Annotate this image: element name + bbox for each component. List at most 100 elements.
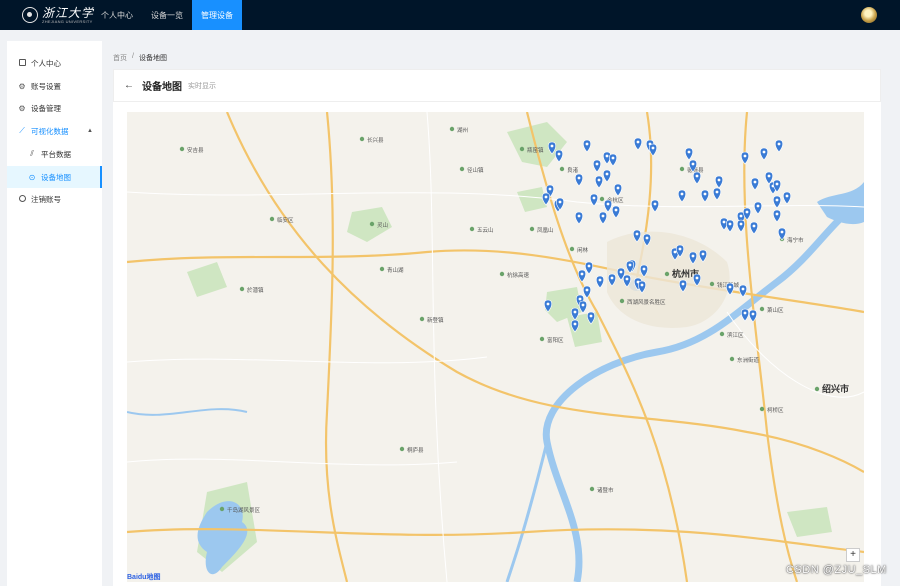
map-poi-dot: [599, 196, 605, 202]
device-marker-dot: [606, 202, 610, 206]
sidebar-item-platform-data[interactable]: ⫽ 平台数据: [7, 143, 102, 165]
map-poi-dot: [709, 281, 715, 287]
device-marker-dot: [775, 182, 779, 186]
sidebar-item-device-map[interactable]: ⊙ 设备地图: [7, 166, 102, 188]
sidebar-item-label: 账号设置: [31, 81, 61, 91]
device-marker-dot: [550, 144, 554, 148]
breadcrumb-home[interactable]: 首页: [113, 53, 127, 63]
device-marker-dot: [601, 214, 605, 218]
device-marker-dot: [557, 152, 561, 156]
device-marker-dot: [645, 236, 649, 240]
university-logo[interactable]: 浙江大学 ZHEJIANG UNIVERSITY: [22, 6, 94, 24]
map-place-label: 青山湖: [387, 266, 404, 274]
sidebar-item-personal-center[interactable]: 个人中心: [7, 52, 102, 74]
device-marker-dot: [573, 322, 577, 326]
zoom-in-button[interactable]: +: [846, 548, 860, 562]
device-marker-dot: [780, 230, 784, 234]
device-marker-dot: [651, 146, 655, 150]
device-map[interactable]: 杭州市 绍兴市 西湖风景名胜区 桐庐县 富阳区 杭徐高速 临安区 萧山区 新登镇 千岛湖风景区 余杭…: [127, 112, 864, 582]
map-poi-dot: [539, 336, 545, 342]
device-marker-dot: [739, 214, 743, 218]
map-poi-dot: [239, 286, 245, 292]
device-marker-dot: [717, 178, 721, 182]
gear-icon: ⚙: [18, 81, 26, 91]
device-marker-dot: [695, 276, 699, 280]
device-marker-dot: [577, 176, 581, 180]
device-marker-dot: [743, 154, 747, 158]
device-marker-dot: [619, 270, 623, 274]
device-marker-dot: [728, 222, 732, 226]
device-marker-dot: [581, 303, 585, 307]
device-marker-dot: [605, 172, 609, 176]
device-marker-dot: [681, 282, 685, 286]
device-marker-dot: [577, 214, 581, 218]
user-box-icon: [17, 58, 27, 68]
device-marker-dot: [578, 297, 582, 301]
logo-text: 浙江大学: [42, 5, 95, 20]
sidebar-item-logout[interactable]: 注销账号: [7, 188, 102, 210]
avatar[interactable]: [861, 7, 877, 23]
device-marker-dot: [653, 202, 657, 206]
nav-item-personal-center[interactable]: 个人中心: [92, 0, 142, 30]
back-arrow-icon[interactable]: ←: [124, 80, 134, 91]
device-marker-dot: [777, 142, 781, 146]
map-poi-dot: [269, 216, 275, 222]
device-marker-dot: [691, 162, 695, 166]
device-marker-dot: [592, 196, 596, 200]
map-place-label: 瓶窑镇: [527, 146, 544, 154]
map-canvas[interactable]: 杭州市绍兴市西湖风景名胜区桐庐县富阳区杭徐高速临安区萧山区新登镇千岛湖风景区余杭…: [127, 112, 864, 582]
device-marker-dot: [775, 212, 779, 216]
map-poi-dot: [179, 146, 185, 152]
map-place-label: 千岛湖风景区: [227, 506, 261, 514]
device-marker-dot: [589, 314, 593, 318]
map-place-label: 凤凰山: [537, 226, 554, 234]
map-place-label: 临安区: [277, 216, 294, 224]
logout-icon: [17, 194, 27, 204]
map-poi-dot: [519, 146, 525, 152]
sidebar-item-device-management[interactable]: ⚙ 设备管理: [7, 97, 102, 119]
device-marker-dot: [691, 254, 695, 258]
map-poi-dot: [369, 221, 375, 227]
device-marker-dot: [767, 174, 771, 178]
device-marker-dot: [585, 142, 589, 146]
map-poi-dot: [759, 306, 765, 312]
device-marker-dot: [595, 162, 599, 166]
map-place-label: 萧山区: [767, 306, 784, 314]
map-poi-dot: [449, 126, 455, 132]
device-marker-dot: [745, 210, 749, 214]
map-poi-dot: [619, 298, 625, 304]
device-marker-dot: [687, 150, 691, 154]
chart-icon: ⫽: [30, 149, 34, 158]
device-marker-dot: [611, 156, 615, 160]
page-title: 设备地图: [142, 82, 182, 93]
page-header: ← 设备地图 实时显示: [113, 69, 881, 102]
map-poi-dot: [419, 316, 425, 322]
device-marker-dot: [701, 252, 705, 256]
map-place-label: 五云山: [477, 226, 494, 234]
content-card: 杭州市 绍兴市 西湖风景名胜区 桐庐县 富阳区 杭徐高速 临安区 萧山区 新登镇 千岛湖风景区 余杭…: [113, 102, 881, 586]
device-marker-dot: [715, 190, 719, 194]
device-marker-dot: [762, 150, 766, 154]
map-place-label: 东洲街道: [737, 356, 760, 364]
map-place-label: 滨江区: [727, 331, 744, 339]
map-poi-dot: [814, 386, 820, 392]
device-marker-dot: [695, 174, 699, 178]
map-place-label: 良渚: [567, 166, 579, 174]
map-place-label: 闲林: [577, 246, 589, 254]
device-marker-dot: [628, 263, 632, 267]
device-marker-dot: [775, 198, 779, 202]
device-marker-dot: [752, 224, 756, 228]
nav-item-manage-devices[interactable]: 管理设备: [192, 0, 242, 30]
sidebar-item-account-settings[interactable]: ⚙ 账号设置: [7, 75, 102, 97]
device-marker-dot: [548, 187, 552, 191]
seal-icon: [22, 7, 38, 23]
map-poi-dot: [664, 271, 670, 277]
device-marker-dot: [546, 302, 550, 306]
sidebar-item-visual-data[interactable]: ⟋ 可视化数据 ▲: [7, 120, 102, 142]
map-place-label: 长兴县: [367, 136, 384, 144]
map-poi-dot: [569, 246, 575, 252]
page-subtitle: 实时显示: [188, 82, 216, 90]
device-marker-dot: [642, 267, 646, 271]
nav-item-device-overview[interactable]: 设备一览: [142, 0, 192, 30]
device-marker-dot: [598, 278, 602, 282]
